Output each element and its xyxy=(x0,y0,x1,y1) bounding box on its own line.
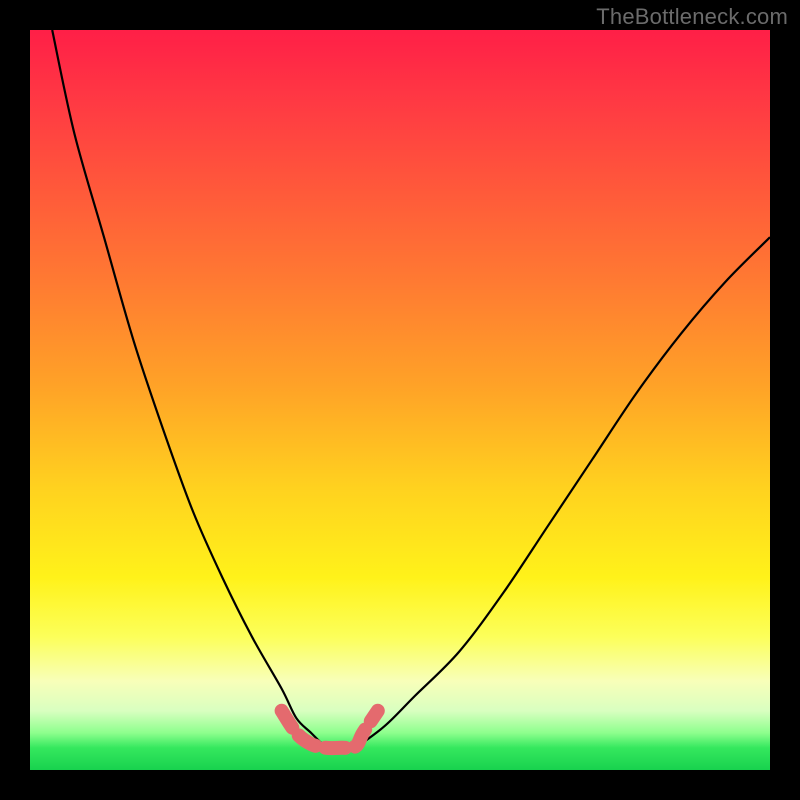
watermark-label: TheBottleneck.com xyxy=(596,4,788,30)
curve-left-branch xyxy=(52,30,326,748)
chart-svg xyxy=(30,30,770,770)
curve-right-branch xyxy=(356,237,770,748)
chart-area xyxy=(30,30,770,770)
app-frame: TheBottleneck.com xyxy=(0,0,800,800)
